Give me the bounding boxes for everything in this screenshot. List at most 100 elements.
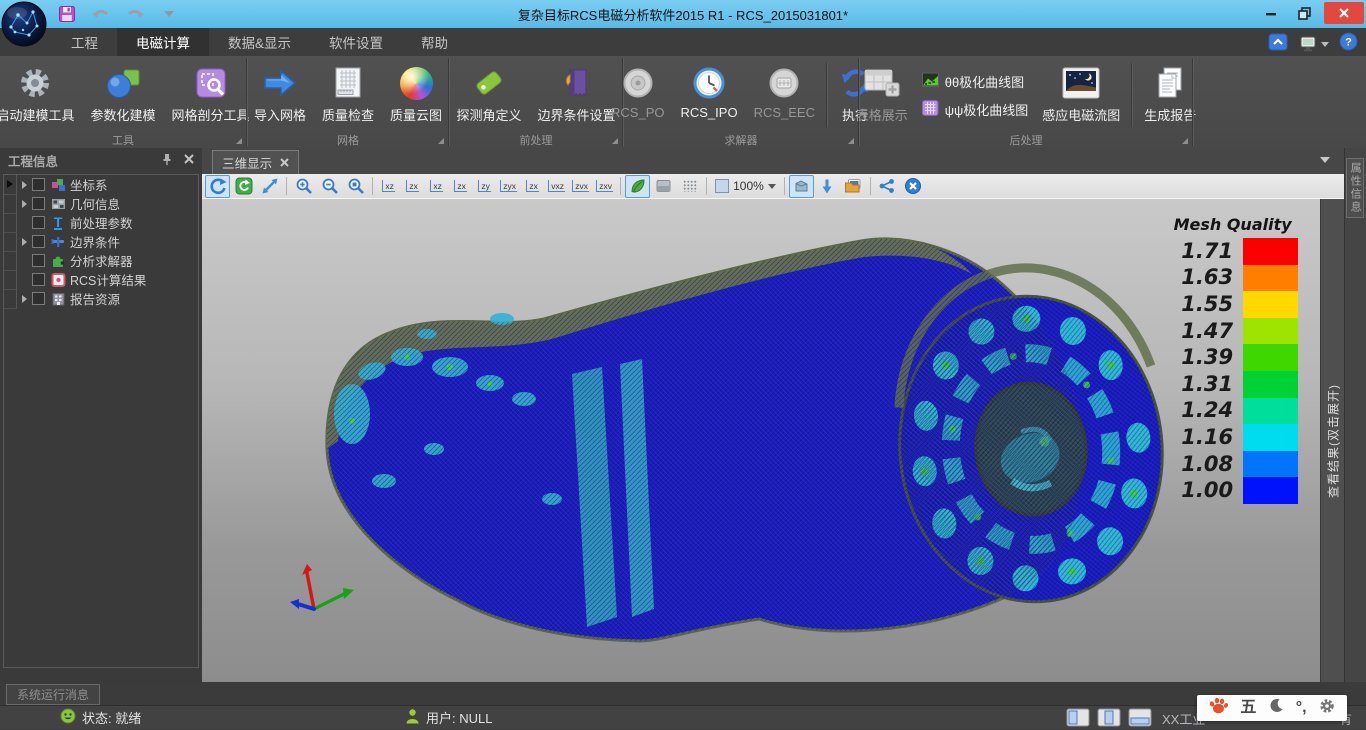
- zoom-fit-icon[interactable]: [343, 175, 368, 198]
- shade-icon[interactable]: [651, 175, 676, 198]
- ime-mode-button[interactable]: 五: [1240, 700, 1256, 716]
- view-button-8[interactable]: vxz: [545, 176, 568, 197]
- tab-project[interactable]: 工程: [52, 28, 117, 56]
- tab-settings[interactable]: 软件设置: [310, 28, 402, 56]
- drop-arrow-icon[interactable]: [815, 175, 840, 198]
- checkbox[interactable]: [32, 292, 45, 305]
- view-button-5[interactable]: zy: [473, 176, 496, 197]
- mesh-tool-button[interactable]: 网格剖分工具: [164, 59, 258, 131]
- view-button-9[interactable]: zvx: [569, 176, 592, 197]
- help-icon[interactable]: ?: [1339, 32, 1358, 56]
- zoom-in-icon[interactable]: [291, 175, 316, 198]
- tree-row-report-resource[interactable]: 报告资源: [4, 289, 198, 308]
- tab-help[interactable]: 帮助: [402, 28, 467, 56]
- render-leaf-icon[interactable]: [625, 175, 650, 198]
- import-mesh-button[interactable]: 导入网格: [246, 59, 314, 131]
- minimize-button[interactable]: [1256, 2, 1286, 24]
- tree-label[interactable]: 前处理参数: [70, 213, 133, 232]
- tree-row-boundary[interactable]: 边界条件: [4, 232, 198, 251]
- resize-icon[interactable]: [257, 175, 282, 198]
- sync-icon[interactable]: [231, 175, 256, 198]
- checkbox[interactable]: [32, 235, 45, 248]
- expand-arrow-icon[interactable]: [17, 200, 32, 208]
- ime-paw-icon[interactable]: [1209, 697, 1228, 719]
- tree-row-solver[interactable]: 分析求解器: [4, 251, 198, 270]
- psi-curve-button[interactable]: ψψ极化曲线图: [922, 100, 1029, 119]
- tree-row-coordinate[interactable]: 坐标系: [4, 175, 198, 194]
- tree-label[interactable]: 坐标系: [70, 175, 108, 194]
- cancel-icon[interactable]: [901, 175, 926, 198]
- pin-icon[interactable]: [162, 153, 172, 168]
- layout-left-icon[interactable]: [1066, 708, 1090, 730]
- rcs-ipo-button[interactable]: RCS_IPO: [672, 59, 745, 131]
- group-expand-icon[interactable]: [438, 138, 444, 144]
- view-button-3[interactable]: xz: [425, 176, 448, 197]
- tab-3d-display[interactable]: 三维显示: [212, 150, 299, 174]
- group-expand-icon[interactable]: [612, 138, 618, 144]
- checkbox[interactable]: [32, 273, 45, 286]
- restore-button[interactable]: [1290, 2, 1320, 24]
- expand-arrow-icon[interactable]: [17, 181, 32, 189]
- tree-label[interactable]: RCS计算结果: [70, 270, 146, 289]
- group-expand-icon[interactable]: [848, 138, 854, 144]
- tree-label[interactable]: 几何信息: [70, 194, 120, 213]
- checkbox[interactable]: [32, 216, 45, 229]
- quality-cloud-button[interactable]: 质量云图: [382, 59, 450, 131]
- collapse-ribbon-icon[interactable]: [1268, 33, 1288, 56]
- quality-check-button[interactable]: 质量检查: [314, 59, 382, 131]
- theta-curve-button[interactable]: θθ极化曲线图: [922, 72, 1029, 91]
- checkbox[interactable]: [32, 197, 45, 210]
- expand-arrow-icon[interactable]: [17, 295, 32, 303]
- ime-settings-gear-icon[interactable]: [1319, 698, 1335, 719]
- view-button-6[interactable]: zyx: [497, 176, 520, 197]
- table-show-button[interactable]: 表格展示: [848, 59, 916, 131]
- tabstrip-overflow-caret-icon[interactable]: [1320, 157, 1330, 163]
- group-expand-icon[interactable]: [236, 138, 242, 144]
- induced-current-button[interactable]: 感应电磁流图: [1034, 59, 1128, 131]
- dot-grid-icon[interactable]: [677, 175, 702, 198]
- tree-label[interactable]: 分析求解器: [70, 251, 133, 270]
- tree-row-rcs-result[interactable]: RCS计算结果: [4, 270, 198, 289]
- tab-em-compute[interactable]: 电磁计算: [117, 28, 209, 56]
- image-folder-icon[interactable]: [841, 175, 866, 198]
- parametric-model-button[interactable]: 参数化建模: [83, 59, 164, 131]
- display-icon[interactable]: [1298, 35, 1329, 53]
- app-logo[interactable]: [1, 1, 46, 46]
- share-icon[interactable]: [875, 175, 900, 198]
- rcs-eec-button[interactable]: RCS_EEC: [746, 59, 823, 131]
- rcs-po-button[interactable]: RCS_PO: [603, 59, 672, 131]
- tree-row-preprocess-params[interactable]: T 前处理参数: [4, 213, 198, 232]
- tree-row-geometry[interactable]: 几何信息: [4, 194, 198, 213]
- checkbox[interactable]: [32, 254, 45, 267]
- ime-moon-icon[interactable]: [1269, 698, 1284, 718]
- display-caret-icon[interactable]: [1321, 42, 1329, 47]
- results-collapsed-panel[interactable]: 查看结果(双击展开): [1320, 199, 1344, 682]
- group-expand-icon[interactable]: [1182, 138, 1188, 144]
- view-button-7[interactable]: zx: [521, 176, 544, 197]
- view-button-4[interactable]: zx: [449, 176, 472, 197]
- layout-bottom-icon[interactable]: [1128, 708, 1152, 730]
- zoom-level-select[interactable]: 100%: [711, 179, 780, 193]
- view-button-10[interactable]: zxv: [593, 176, 616, 197]
- launch-modeling-button[interactable]: 启动建模工具: [0, 59, 83, 131]
- tree-label[interactable]: 报告资源: [70, 289, 120, 308]
- clip-icon[interactable]: [789, 175, 814, 198]
- tab-close-icon[interactable]: [280, 156, 289, 170]
- layout-center-icon[interactable]: [1097, 708, 1121, 730]
- tree-label[interactable]: 边界条件: [70, 232, 120, 251]
- rotate-icon[interactable]: [205, 175, 230, 198]
- expand-arrow-icon[interactable]: [17, 238, 32, 246]
- panel-close-icon[interactable]: [184, 153, 194, 167]
- system-messages-tab[interactable]: 系统运行消息: [6, 684, 100, 705]
- ime-punct-button[interactable]: °,: [1296, 700, 1307, 716]
- property-info-tab[interactable]: 属性信息: [1346, 158, 1364, 218]
- view-button-2[interactable]: zx: [401, 176, 424, 197]
- zoom-out-icon[interactable]: [317, 175, 342, 198]
- tab-data-display[interactable]: 数据&显示: [209, 28, 310, 56]
- viewport-3d[interactable]: Mesh Quality 1.71 1.63 1.55 1.47 1.39 1.…: [202, 199, 1320, 682]
- generate-report-button[interactable]: 生成报告: [1136, 59, 1204, 131]
- close-button[interactable]: [1324, 2, 1364, 24]
- checkbox[interactable]: [32, 178, 45, 191]
- probe-angle-button[interactable]: 探测角定义: [448, 59, 529, 131]
- view-button-1[interactable]: xz: [377, 176, 400, 197]
